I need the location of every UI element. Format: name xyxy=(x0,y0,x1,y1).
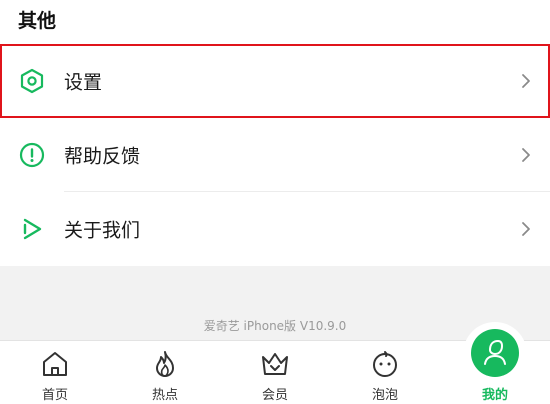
menu-item-label: 帮助反馈 xyxy=(64,145,141,168)
flame-icon xyxy=(156,351,174,377)
bubble-face-icon xyxy=(373,351,397,377)
section-title: 其他 xyxy=(0,0,550,44)
tab-label: 首页 xyxy=(41,388,68,403)
menu-item-label: 关于我们 xyxy=(64,219,141,242)
profile-icon xyxy=(484,340,506,365)
chevron-right-icon xyxy=(522,222,530,236)
tab-label: 泡泡 xyxy=(371,388,398,403)
tab-label: 我的 xyxy=(481,388,508,403)
chevron-right-icon xyxy=(522,148,530,162)
menu-item-help-feedback[interactable]: 帮助反馈 xyxy=(0,118,550,192)
tab-label: 会员 xyxy=(261,388,288,403)
settings-hexagon-icon xyxy=(20,68,44,94)
chevron-right-icon xyxy=(522,74,530,88)
tab-vip[interactable]: 会员 xyxy=(220,341,330,404)
help-exclamation-icon xyxy=(19,142,45,168)
menu-item-label: 设置 xyxy=(64,71,103,94)
crown-icon xyxy=(262,353,288,375)
iqiyi-play-icon xyxy=(23,218,42,240)
settings-menu: 设置 帮助反馈 关于我们 xyxy=(0,44,550,266)
tab-bubble[interactable]: 泡泡 xyxy=(330,341,440,404)
tab-home[interactable]: 首页 xyxy=(0,341,110,404)
menu-item-settings[interactable]: 设置 xyxy=(0,44,550,118)
home-icon xyxy=(43,352,67,376)
tab-label: 热点 xyxy=(151,388,178,403)
menu-item-about-us[interactable]: 关于我们 xyxy=(0,192,550,266)
active-tab-circle[interactable] xyxy=(471,329,519,377)
tab-hot[interactable]: 热点 xyxy=(110,341,220,404)
app-version-text: 爱奇艺 iPhone版 V10.9.0 xyxy=(203,319,347,333)
